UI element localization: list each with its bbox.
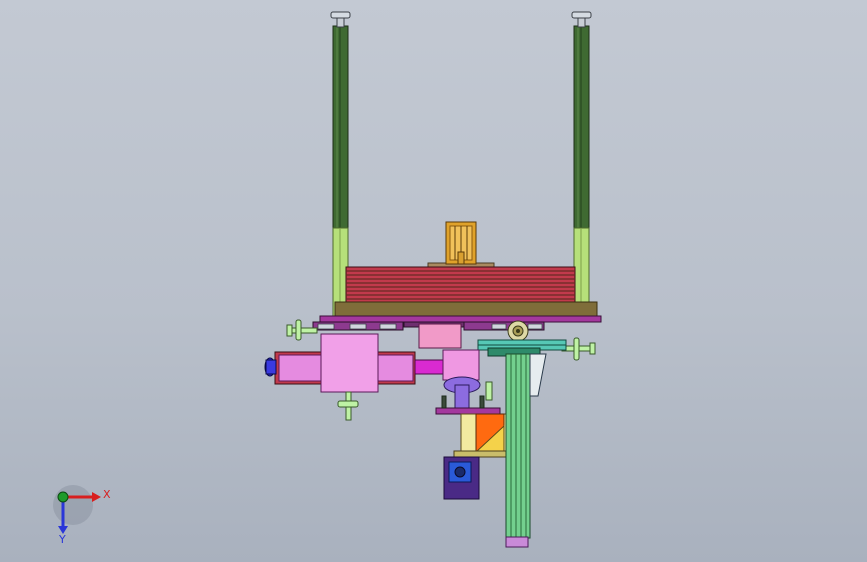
- top-motor[interactable]: [427, 221, 495, 269]
- cad-viewport[interactable]: X Y: [0, 0, 867, 562]
- lower-motor[interactable]: [443, 456, 480, 500]
- right-handwheel[interactable]: [561, 337, 596, 361]
- lower-block[interactable]: [453, 413, 511, 458]
- vertical-rail[interactable]: [505, 353, 547, 548]
- center-cylinder[interactable]: [435, 376, 501, 415]
- layered-plate-stack[interactable]: [319, 266, 602, 323]
- x-axis-arrowhead: [92, 492, 101, 502]
- y-axis-label: Y: [58, 533, 66, 546]
- axis-triad[interactable]: X Y: [53, 485, 111, 546]
- x-axis-label: X: [103, 488, 111, 501]
- top-spindle[interactable]: [337, 391, 359, 421]
- y-axis-origin: [57, 491, 69, 503]
- assembly-view[interactable]: X Y: [0, 0, 867, 562]
